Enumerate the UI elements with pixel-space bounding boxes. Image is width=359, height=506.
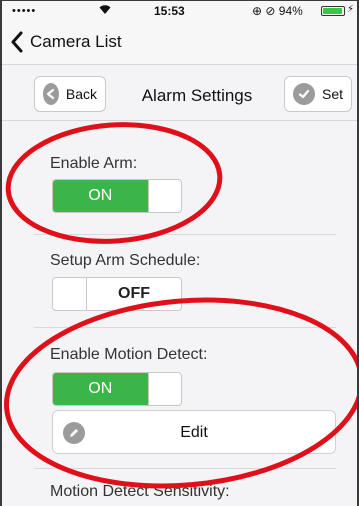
status-bar: ••••• 15:53 ⊕ ⊘ 94% ⚡: [2, 1, 357, 21]
toggle-state: ON: [53, 180, 148, 212]
wifi-icon: [98, 3, 112, 18]
signal-strength: •••••: [12, 5, 37, 17]
toolbar: Back Alarm Settings Set: [2, 66, 357, 121]
status-time: 15:53: [154, 4, 185, 18]
edit-motion-detect-button[interactable]: Edit: [52, 410, 336, 454]
toggle-knob: [147, 180, 181, 212]
page-title: Alarm Settings: [141, 86, 253, 105]
toggle-state: ON: [53, 373, 148, 405]
back-button-label: Back: [65, 86, 97, 102]
toggle-knob: [147, 373, 181, 405]
edit-button-label: Edit: [180, 424, 208, 441]
enable-arm-toggle[interactable]: ON: [52, 179, 182, 213]
set-button-label: Set: [321, 86, 343, 102]
app-screen: ••••• 15:53 ⊕ ⊘ 94% ⚡ Camera List Back A…: [0, 0, 359, 506]
motion-detect-label: Enable Motion Detect:: [50, 346, 208, 363]
arrow-left-icon: [43, 83, 59, 105]
motion-detect-section: Enable Motion Detect: ON Edit: [34, 329, 336, 469]
checkmark-icon: [293, 83, 315, 105]
charging-icon: ⚡: [347, 4, 355, 15]
back-button[interactable]: Back: [34, 76, 106, 112]
enable-arm-section: Enable Arm: ON: [34, 122, 336, 235]
toggle-state: OFF: [118, 285, 150, 302]
status-indicators: ⊕ ⊘ 94%: [252, 4, 303, 18]
arm-schedule-toggle[interactable]: OFF: [52, 277, 182, 311]
sensitivity-label: Motion Detect Sensitivity:: [50, 483, 230, 500]
set-button[interactable]: Set: [284, 76, 352, 112]
sensitivity-section: Motion Detect Sensitivity:: [34, 470, 336, 506]
arm-schedule-label: Setup Arm Schedule:: [50, 252, 201, 269]
arm-schedule-section: Setup Arm Schedule: OFF: [34, 236, 336, 328]
navigation-bar: Camera List: [2, 21, 357, 65]
motion-detect-toggle[interactable]: ON: [52, 372, 182, 406]
battery-icon: [321, 6, 345, 16]
camera-list-back-button[interactable]: Camera List: [10, 31, 122, 53]
chevron-left-icon: [11, 31, 23, 53]
nav-back-label: Camera List: [30, 32, 122, 51]
toggle-knob: [53, 278, 87, 310]
enable-arm-label: Enable Arm:: [50, 155, 138, 172]
